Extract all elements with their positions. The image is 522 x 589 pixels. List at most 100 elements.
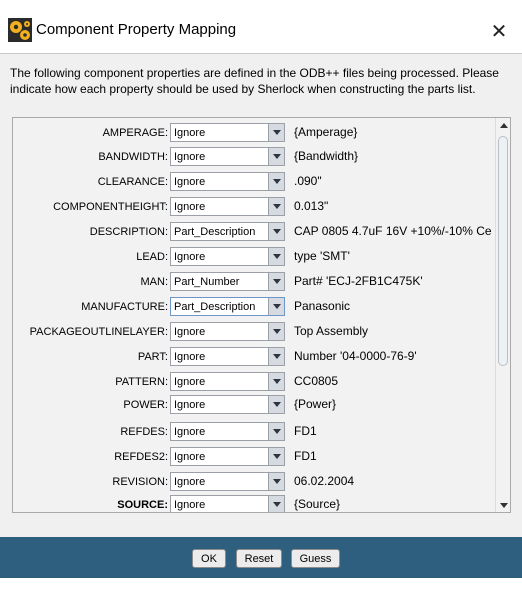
dropdown-selected-value: Ignore	[174, 151, 206, 163]
property-sample-value: Panasonic	[294, 299, 351, 313]
property-usage-dropdown[interactable]: Part_Description	[170, 297, 285, 316]
property-row: SOURCE: Ignore {Source}	[13, 494, 493, 512]
property-row: PACKAGEOUTLINELAYER: Ignore Top Assembly	[13, 321, 493, 343]
property-rows: AMPERAGE: Ignore {Amperage} BANDWIDTH: Ignor…	[13, 118, 493, 512]
property-row: BANDWIDTH: Ignore {Bandwidth}	[13, 146, 493, 168]
ok-button[interactable]: OK	[192, 549, 226, 568]
property-label: MAN:	[140, 276, 169, 288]
dropdown-selected-value: Ignore	[174, 201, 206, 213]
property-row: POWER: Ignore {Power}	[13, 394, 493, 416]
reset-button[interactable]: Reset	[236, 549, 282, 568]
chevron-down-icon[interactable]	[268, 124, 284, 141]
property-sample-value: {Amperage}	[294, 125, 358, 139]
dropdown-selected-value: Ignore	[174, 476, 206, 488]
window-bottom-edge	[0, 578, 522, 589]
chevron-down-icon[interactable]	[268, 198, 284, 215]
dropdown-selected-value: Ignore	[174, 127, 206, 139]
component-property-mapping-dialog: Component Property Mapping ✕ The followi…	[0, 0, 522, 589]
dropdown-selected-value: Part_Number	[174, 276, 240, 288]
property-row: CLEARANCE: Ignore .090"	[13, 171, 493, 193]
property-usage-dropdown[interactable]: Ignore	[170, 123, 285, 142]
vertical-scrollbar[interactable]	[495, 118, 510, 512]
dropdown-selected-value: Ignore	[174, 399, 206, 411]
chevron-down-icon[interactable]	[268, 396, 284, 413]
chevron-down-icon[interactable]	[268, 448, 284, 465]
property-label: PACKAGEOUTLINELAYER:	[29, 326, 168, 338]
property-label: MANUFACTURE:	[81, 301, 168, 313]
property-usage-dropdown[interactable]: Ignore	[170, 422, 285, 441]
property-usage-dropdown[interactable]: Ignore	[170, 347, 285, 366]
close-button[interactable]: ✕	[482, 14, 516, 48]
property-usage-dropdown[interactable]: Ignore	[170, 322, 285, 341]
chevron-down-icon[interactable]	[268, 298, 284, 315]
chevron-down-icon[interactable]	[268, 348, 284, 365]
property-usage-dropdown[interactable]: Part_Description	[170, 222, 285, 241]
property-usage-dropdown[interactable]: Ignore	[170, 172, 285, 191]
chevron-down-icon[interactable]	[268, 496, 284, 512]
property-usage-dropdown[interactable]: Ignore	[170, 147, 285, 166]
scroll-up-arrow-icon[interactable]	[496, 118, 510, 132]
property-usage-dropdown[interactable]: Ignore	[170, 495, 285, 512]
property-usage-dropdown[interactable]: Ignore	[170, 372, 285, 391]
property-mapping-panel: AMPERAGE: Ignore {Amperage} BANDWIDTH: Ignor…	[12, 117, 511, 513]
chevron-down-icon[interactable]	[268, 148, 284, 165]
property-row: PART: Ignore Number '04-0000-76-9'	[13, 346, 493, 368]
chevron-down-icon[interactable]	[268, 473, 284, 490]
settings-gears-icon	[8, 18, 32, 42]
button-bar: OK Reset Guess	[0, 537, 522, 578]
chevron-down-icon[interactable]	[268, 173, 284, 190]
dropdown-selected-value: Ignore	[174, 251, 206, 263]
property-label: CLEARANCE:	[97, 176, 168, 188]
chevron-down-icon[interactable]	[268, 223, 284, 240]
property-sample-value: 0.013"	[294, 199, 329, 213]
dropdown-selected-value: Ignore	[174, 176, 206, 188]
chevron-down-icon[interactable]	[268, 323, 284, 340]
property-sample-value: Number '04-0000-76-9'	[294, 349, 417, 363]
dropdown-selected-value: Ignore	[174, 499, 206, 511]
property-usage-dropdown[interactable]: Part_Number	[170, 272, 285, 291]
property-label: PART:	[137, 351, 168, 363]
property-label: REFDES:	[120, 426, 168, 438]
property-usage-dropdown[interactable]: Ignore	[170, 247, 285, 266]
close-icon: ✕	[490, 20, 508, 43]
dropdown-selected-value: Part_Description	[174, 226, 256, 238]
property-row: MAN: Part_Number Part# 'ECJ-2FB1C475K'	[13, 271, 493, 293]
property-sample-value: type 'SMT'	[294, 249, 350, 263]
property-row: DESCRIPTION: Part_Description CAP 0805 4.7…	[13, 221, 493, 243]
property-sample-value: Part# 'ECJ-2FB1C475K'	[294, 274, 423, 288]
property-label: REVISION:	[112, 476, 168, 488]
intro-text: The following component properties are d…	[10, 66, 499, 96]
chevron-down-icon[interactable]	[268, 423, 284, 440]
dropdown-selected-value: Ignore	[174, 351, 206, 363]
chevron-down-icon[interactable]	[268, 373, 284, 390]
dropdown-selected-value: Ignore	[174, 326, 206, 338]
property-sample-value: {Source}	[294, 497, 341, 511]
dropdown-selected-value: Ignore	[174, 451, 206, 463]
property-row: COMPONENTHEIGHT: Ignore 0.013"	[13, 196, 493, 218]
dropdown-selected-value: Part_Description	[174, 301, 256, 313]
dropdown-selected-value: Ignore	[174, 376, 206, 388]
scroll-down-arrow-icon[interactable]	[496, 498, 510, 512]
property-row: REFDES2: Ignore FD1	[13, 446, 493, 468]
chevron-down-icon[interactable]	[268, 248, 284, 265]
property-usage-dropdown[interactable]: Ignore	[170, 472, 285, 491]
property-sample-value: CAP 0805 4.7uF 16V +10%/-10% Ce	[294, 224, 492, 238]
property-sample-value: .090"	[294, 174, 322, 188]
property-label: BANDWIDTH:	[98, 151, 168, 163]
property-row: AMPERAGE: Ignore {Amperage}	[13, 122, 493, 144]
guess-button[interactable]: Guess	[291, 549, 340, 568]
property-usage-dropdown[interactable]: Ignore	[170, 395, 285, 414]
property-sample-value: Top Assembly	[294, 324, 369, 338]
chevron-down-icon[interactable]	[268, 273, 284, 290]
property-sample-value: CC0805	[294, 374, 339, 388]
property-row: REVISION: Ignore 06.02.2004	[13, 471, 493, 493]
property-sample-value: FD1	[294, 449, 317, 463]
property-usage-dropdown[interactable]: Ignore	[170, 447, 285, 466]
property-sample-value: {Power}	[294, 397, 337, 411]
property-row: REFDES: Ignore FD1	[13, 421, 493, 443]
scrollbar-thumb[interactable]	[498, 136, 508, 366]
title-bar: Component Property Mapping ✕	[0, 0, 522, 55]
property-row: MANUFACTURE: Part_Description Panasonic	[13, 296, 493, 318]
property-label: DESCRIPTION:	[89, 226, 168, 238]
property-usage-dropdown[interactable]: Ignore	[170, 197, 285, 216]
